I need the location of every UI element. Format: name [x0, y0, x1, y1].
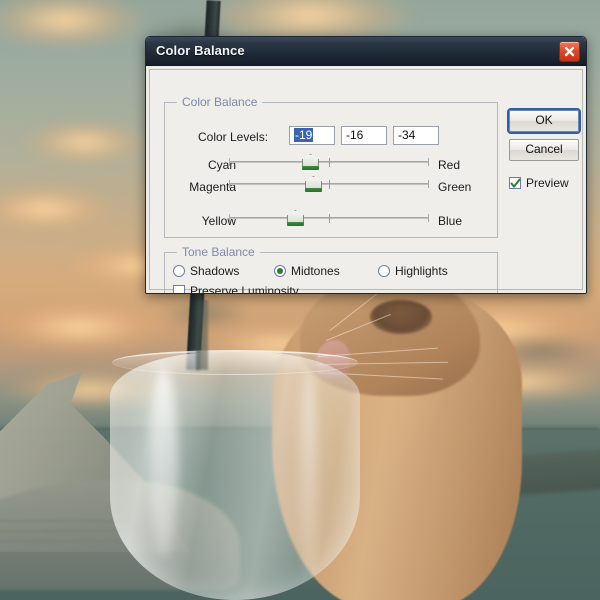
dialog-title: Color Balance: [156, 43, 245, 58]
radio-shadows[interactable]: [173, 265, 185, 277]
radio-highlights[interactable]: [378, 265, 390, 277]
magenta-green-slider[interactable]: [229, 176, 429, 192]
ok-button[interactable]: OK: [507, 108, 581, 134]
slider-label-magenta: Magenta: [189, 180, 236, 194]
slider-tick-center: [329, 214, 330, 223]
cancel-button[interactable]: Cancel: [509, 139, 579, 161]
slider-label-red: Red: [438, 158, 461, 172]
tone-balance-legend: Tone Balance: [177, 245, 260, 259]
close-x-icon: [564, 46, 575, 57]
dialog-titlebar[interactable]: Color Balance: [146, 37, 586, 66]
slider-tick-left: [229, 180, 230, 188]
radio-label-shadows: Shadows: [190, 264, 240, 278]
slider-tick-left: [229, 158, 230, 166]
preview-checkbox[interactable]: [509, 177, 521, 189]
thumb-foot: [302, 166, 319, 170]
preview-label: Preview: [526, 176, 569, 190]
color-balance-legend: Color Balance: [177, 95, 263, 109]
radio-label-midtones: Midtones: [291, 264, 340, 278]
color-levels-label: Color Levels:: [198, 130, 269, 144]
color-level-input-1[interactable]: -19: [289, 126, 335, 145]
color-balance-dialog: Color Balance Color Balance Color Levels…: [145, 36, 587, 294]
drinking-glass: [110, 352, 360, 600]
thumb-foot: [287, 222, 304, 226]
slider-tick-left: [229, 214, 230, 222]
color-level-value-1: -19: [294, 128, 314, 142]
preserve-luminosity-checkbox[interactable]: [173, 285, 185, 293]
slider-tick-center: [329, 180, 330, 189]
close-button[interactable]: [559, 41, 580, 62]
color-level-value-3: -34: [398, 128, 416, 142]
dialog-body: Color Balance Color Levels: -19 -16 -34 …: [146, 66, 586, 293]
slider-label-yellow: Yellow: [201, 214, 236, 228]
yellow-blue-slider[interactable]: [229, 210, 429, 226]
hamster-mouth: [370, 300, 432, 334]
cyan-red-slider[interactable]: [229, 154, 429, 170]
cyan-red-slider-thumb[interactable]: [302, 154, 319, 171]
glass-highlight: [300, 370, 318, 580]
radio-label-highlights: Highlights: [395, 264, 448, 278]
yellow-blue-slider-thumb[interactable]: [287, 210, 304, 227]
fin-detail: [0, 520, 130, 522]
glass-highlight: [150, 368, 178, 558]
preserve-luminosity-label: Preserve Luminosity: [190, 284, 299, 294]
fin-detail: [0, 540, 120, 542]
color-level-input-3[interactable]: -34: [393, 126, 439, 145]
radio-midtones[interactable]: [274, 265, 286, 277]
screen: Color Balance Color Balance Color Levels…: [0, 0, 600, 600]
cloud: [20, 120, 150, 165]
checkmark-icon: [510, 178, 521, 188]
color-level-input-2[interactable]: -16: [341, 126, 387, 145]
glass-rim: [112, 350, 358, 375]
slider-label-blue: Blue: [438, 214, 463, 228]
thumb-foot: [305, 188, 322, 192]
magenta-green-slider-thumb[interactable]: [305, 176, 322, 193]
slider-tick-right: [428, 180, 429, 188]
slider-tick-right: [428, 214, 429, 222]
straw-in-glass: [196, 300, 208, 370]
slider-label-green: Green: [438, 180, 472, 194]
color-level-value-2: -16: [346, 128, 364, 142]
slider-tick-right: [428, 158, 429, 166]
slider-tick-center: [329, 158, 330, 167]
